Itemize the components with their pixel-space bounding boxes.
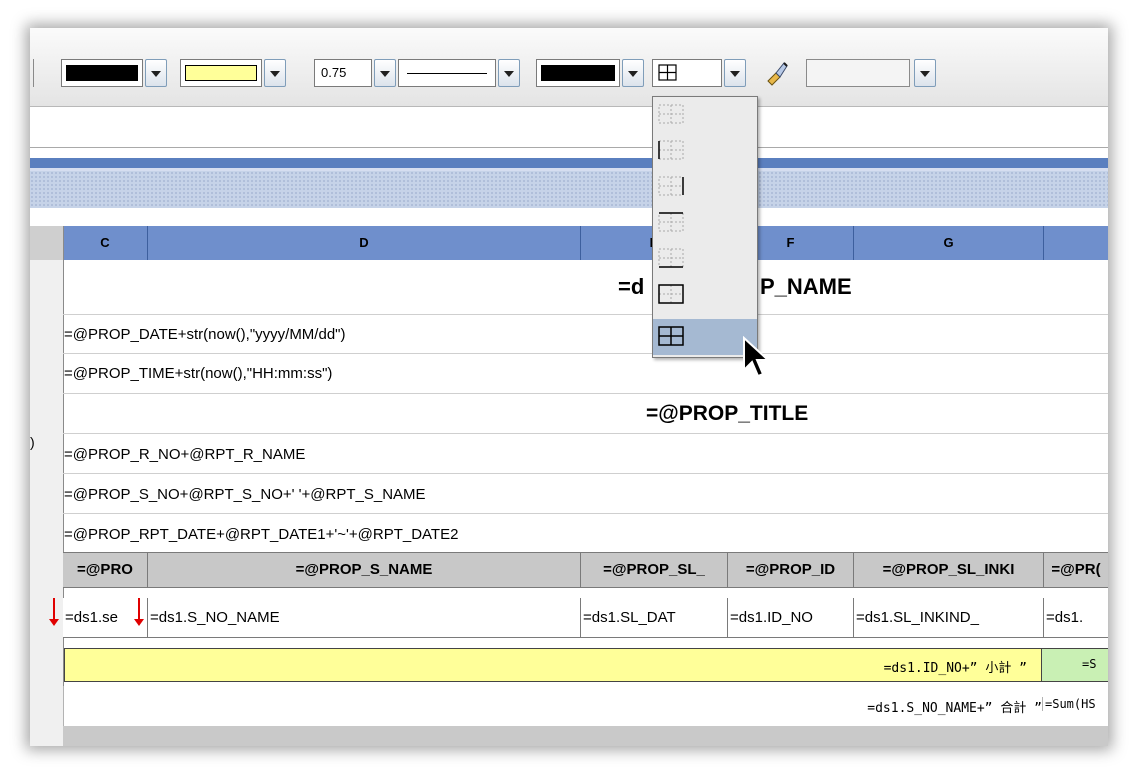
menu-item-top-border[interactable] — [653, 207, 757, 237]
header-cell[interactable]: =@PRO — [63, 553, 148, 587]
border-type-dropdown-button[interactable] — [724, 59, 746, 87]
border-color-swatch[interactable] — [536, 59, 620, 87]
report-name-cell-left[interactable]: =d — [618, 274, 644, 300]
column-header-c[interactable]: C — [63, 226, 148, 260]
grid-line — [63, 353, 1108, 354]
fill-color-swatch[interactable] — [180, 59, 262, 87]
date-cell[interactable]: =@PROP_DATE+str(now(),"yyyy/MM/dd") — [64, 326, 345, 343]
r-no-cell[interactable]: =@PROP_R_NO+@RPT_R_NAME — [64, 446, 305, 463]
formula-bar[interactable] — [30, 107, 1108, 148]
detail-row: =ds1.se =ds1.S_NO_NAME =ds1.SL_DAT =ds1.… — [63, 598, 1108, 638]
time-cell[interactable]: =@PROP_TIME+str(now(),"HH:mm:ss") — [64, 365, 332, 382]
data-cell[interactable]: =ds1.SL_INKIND_ — [854, 598, 1044, 637]
report-title-cell[interactable]: =@PROP_TITLE — [646, 402, 808, 426]
report-designer-window: 0.75 C D F G) =d P_NAME =@PROP_DATE+str… — [30, 28, 1108, 746]
gutter-char: ) — [30, 434, 35, 450]
line-style-dropdown-button[interactable] — [498, 59, 520, 87]
top-border-icon — [658, 212, 684, 232]
left-border-icon — [658, 140, 684, 160]
all-borders-icon — [658, 326, 684, 346]
toolbar-edge — [30, 59, 34, 87]
data-cell[interactable]: =ds1.SL_DAT — [581, 598, 728, 637]
sheet-tab-area — [30, 171, 1108, 208]
data-cell[interactable]: =ds1.ID_NO — [728, 598, 854, 637]
all-borders-icon — [658, 64, 677, 81]
rpt-date-cell[interactable]: =@PROP_RPT_DATE+@RPT_DATE1+'~'+@RPT_DATE… — [64, 526, 458, 543]
total-sum-cell[interactable]: =Sum(HS — [1042, 697, 1096, 711]
header-cell[interactable]: =@PROP_SL_INKI — [854, 553, 1044, 587]
header-cell[interactable]: =@PROP_S_NAME — [148, 553, 581, 587]
format-painter-icon[interactable] — [760, 57, 792, 89]
subtotal-sum-text: =S — [1082, 657, 1097, 671]
header-cell[interactable]: =@PR( — [1044, 553, 1108, 587]
column-header: C D E F G — [30, 226, 1108, 260]
outer-border-icon — [658, 284, 684, 304]
bottom-border-icon — [658, 248, 684, 268]
mouse-pointer-icon — [743, 336, 771, 378]
data-cell[interactable]: =ds1.se — [63, 598, 148, 637]
grid-line — [63, 513, 1108, 514]
border-type-field[interactable] — [652, 59, 722, 87]
column-header-d[interactable]: D — [148, 226, 581, 260]
group-header-row: =@PRO =@PROP_S_NAME =@PROP_SL_ =@PROP_ID… — [63, 552, 1108, 588]
row-number-gutter: ) — [30, 260, 64, 746]
grid-line — [63, 433, 1108, 434]
no-border-icon — [658, 104, 684, 124]
column-header-g[interactable]: G — [854, 226, 1044, 260]
menu-item-left-border[interactable] — [653, 135, 757, 165]
line-style-sample — [407, 73, 487, 74]
subtotal-label-cell[interactable]: =ds1.ID_NO+” 小計 ” — [884, 657, 1027, 676]
format-toolbar: 0.75 — [30, 28, 1108, 107]
s-no-cell[interactable]: =@PROP_S_NO+@RPT_S_NO+' '+@RPT_S_NAME — [64, 486, 426, 503]
subtotal-sum-cell[interactable]: =S — [1042, 648, 1108, 682]
right-border-icon — [658, 176, 684, 196]
grid-line — [63, 473, 1108, 474]
style-combo-dropdown-button[interactable] — [914, 59, 936, 87]
font-color-dropdown-button[interactable] — [145, 59, 167, 87]
data-cell[interactable]: =ds1. — [1044, 598, 1108, 637]
border-width-field[interactable]: 0.75 — [314, 59, 372, 87]
expand-down-arrow-icon — [49, 598, 59, 626]
report-name-cell-right[interactable]: P_NAME — [760, 274, 852, 300]
menu-item-no-border[interactable] — [653, 99, 757, 129]
fill-color-dropdown-button[interactable] — [264, 59, 286, 87]
style-combo-field[interactable] — [806, 59, 910, 87]
border-color-dropdown-button[interactable] — [622, 59, 644, 87]
sheet-title-band — [30, 158, 1108, 168]
sheet-bottom-area — [63, 726, 1108, 746]
grid-line — [63, 393, 1108, 394]
menu-item-bottom-border[interactable] — [653, 243, 757, 273]
expand-down-arrow-icon — [134, 598, 144, 626]
font-color-swatch[interactable] — [61, 59, 143, 87]
line-style-field[interactable] — [398, 59, 496, 87]
select-all-corner[interactable] — [30, 226, 64, 260]
border-width-dropdown-button[interactable] — [374, 59, 396, 87]
total-row: =ds1.S_NO_NAME+” 合計 ” =Sum(HS — [63, 686, 1108, 726]
menu-item-outer-border[interactable] — [653, 279, 757, 309]
header-cell[interactable]: =@PROP_SL_ — [581, 553, 728, 587]
menu-item-right-border[interactable] — [653, 171, 757, 201]
header-cell[interactable]: =@PROP_ID — [728, 553, 854, 587]
column-header-h[interactable] — [1044, 226, 1108, 260]
total-label-cell[interactable]: =ds1.S_NO_NAME+” 合計 ” — [867, 697, 1042, 716]
subtotal-row[interactable]: =ds1.ID_NO+” 小計 ” — [64, 648, 1042, 682]
data-cell[interactable]: =ds1.S_NO_NAME — [148, 598, 581, 637]
grid-line — [63, 314, 1108, 315]
border-type-dropdown-menu — [652, 96, 758, 358]
